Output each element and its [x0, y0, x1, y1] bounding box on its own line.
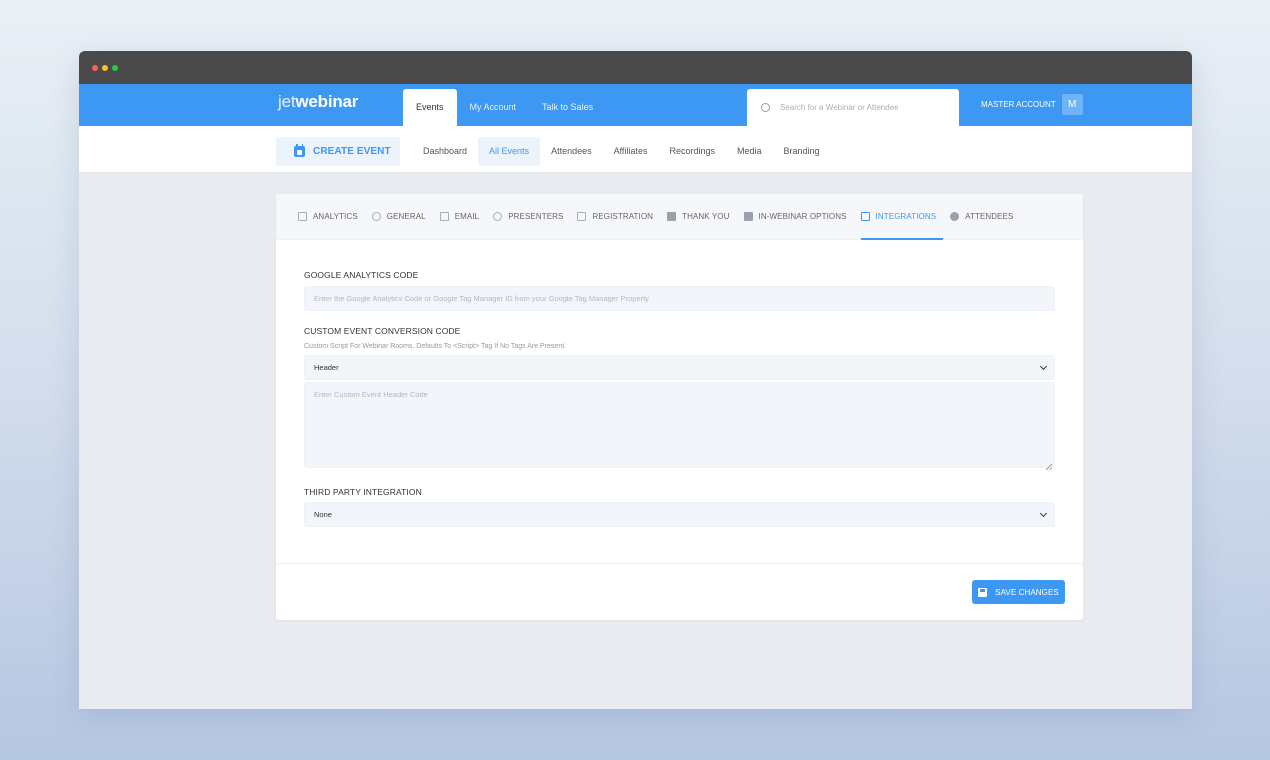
- user-icon: [950, 212, 960, 221]
- jetwebinar-logo[interactable]: jetwebinar: [278, 92, 358, 112]
- chart-icon: [298, 212, 307, 221]
- close-window-dot[interactable]: [92, 65, 98, 71]
- tab-integrations[interactable]: INTEGRATIONS: [854, 194, 944, 240]
- sub-nav-items: Dashboard All Events Attendees Affiliate…: [412, 137, 831, 166]
- top-navbar: jetwebinar Events My Account Talk to Sal…: [79, 84, 1192, 126]
- maximize-window-dot[interactable]: [112, 65, 118, 71]
- custom-code-wrap: [304, 382, 1055, 473]
- code-position-select[interactable]: Header: [304, 355, 1055, 380]
- tab-analytics[interactable]: ANALYTICS: [291, 194, 365, 239]
- gear-icon: [371, 212, 381, 221]
- code-position-value: Header: [314, 363, 339, 372]
- tab-thank-you[interactable]: THANK YOU: [660, 194, 736, 239]
- card-footer: SAVE CHANGES: [276, 563, 1083, 620]
- custom-code-hint: Custom Script For Webinar Rooms. Default…: [304, 343, 567, 350]
- tab-talk-to-sales[interactable]: Talk to Sales: [529, 89, 606, 126]
- third-party-label: THIRD PARTY INTEGRATION: [304, 487, 422, 497]
- subnav-attendees[interactable]: Attendees: [540, 137, 603, 166]
- avatar[interactable]: M: [1061, 94, 1083, 115]
- user-circle-icon: [493, 212, 503, 221]
- save-disk-icon: [978, 587, 988, 597]
- subnav-branding[interactable]: Branding: [773, 137, 831, 166]
- plug-icon: [860, 212, 870, 221]
- ga-code-label: GOOGLE ANALYTICS CODE: [304, 270, 419, 280]
- grid-icon: [743, 212, 753, 221]
- tab-general-label: GENERAL: [386, 212, 426, 221]
- subnav-recordings[interactable]: Recordings: [658, 137, 726, 166]
- search-box: [747, 89, 959, 126]
- tab-my-account[interactable]: My Account: [457, 89, 530, 126]
- create-event-button[interactable]: CREATE EVENT: [276, 137, 400, 166]
- tab-general[interactable]: GENERAL: [365, 194, 433, 239]
- top-nav-tabs: Events My Account Talk to Sales: [403, 89, 606, 126]
- sub-navbar: CREATE EVENT Dashboard All Events Attend…: [79, 126, 1192, 173]
- window-titlebar: [79, 51, 1192, 84]
- account-menu[interactable]: MASTER ACCOUNT M: [981, 94, 1083, 115]
- save-changes-label: SAVE CHANGES: [995, 587, 1059, 597]
- tab-registration-label: REGISTRATION: [592, 212, 654, 221]
- tab-email[interactable]: EMAIL: [433, 194, 487, 239]
- save-changes-button[interactable]: SAVE CHANGES: [972, 580, 1065, 604]
- custom-code-textarea[interactable]: [304, 382, 1055, 468]
- create-event-label: CREATE EVENT: [313, 146, 391, 157]
- calendar-plus-icon: [294, 144, 305, 157]
- custom-code-label: CUSTOM EVENT CONVERSION CODE: [304, 326, 461, 336]
- tab-events[interactable]: Events: [403, 89, 457, 126]
- logo-light-text: jet: [278, 92, 296, 111]
- tab-attendees-label: ATTENDEES: [965, 212, 1014, 221]
- browser-window: jetwebinar Events My Account Talk to Sal…: [79, 51, 1192, 709]
- form-icon: [577, 212, 587, 221]
- tab-in-webinar-options-label: IN-WEBINAR OPTIONS: [758, 212, 847, 221]
- logo-bold-text: webinar: [295, 92, 359, 111]
- event-tabs: ANALYTICS GENERAL EMAIL PRESENTERS REGIS…: [276, 194, 1083, 240]
- chevron-down-icon: [1039, 509, 1048, 517]
- account-label: MASTER ACCOUNT: [981, 100, 1056, 109]
- subnav-all-events[interactable]: All Events: [478, 137, 541, 166]
- subnav-dashboard[interactable]: Dashboard: [412, 137, 478, 166]
- tab-email-label: EMAIL: [454, 212, 480, 221]
- tab-integrations-label: INTEGRATIONS: [875, 212, 937, 221]
- search-icon: [761, 103, 770, 112]
- ga-code-input[interactable]: [304, 286, 1055, 311]
- envelope-icon: [439, 212, 449, 221]
- tab-registration[interactable]: REGISTRATION: [570, 194, 660, 239]
- integrations-form: GOOGLE ANALYTICS CODE CUSTOM EVENT CONVE…: [276, 240, 1083, 527]
- subnav-affiliates[interactable]: Affiliates: [603, 137, 659, 166]
- resize-grip-icon[interactable]: [1046, 464, 1052, 470]
- third-party-select[interactable]: None: [304, 502, 1055, 527]
- tab-presenters[interactable]: PRESENTERS: [486, 194, 570, 239]
- tab-in-webinar-options[interactable]: IN-WEBINAR OPTIONS: [737, 194, 854, 239]
- tab-presenters-label: PRESENTERS: [508, 212, 564, 221]
- layers-icon: [667, 212, 677, 221]
- tab-analytics-label: ANALYTICS: [313, 212, 358, 221]
- event-settings-card: ANALYTICS GENERAL EMAIL PRESENTERS REGIS…: [276, 194, 1083, 620]
- tab-attendees[interactable]: ATTENDEES: [943, 194, 1020, 239]
- chevron-down-icon: [1039, 362, 1048, 370]
- subnav-media[interactable]: Media: [726, 137, 773, 166]
- third-party-value: None: [314, 510, 332, 519]
- tab-thank-you-label: THANK YOU: [682, 212, 730, 221]
- search-input[interactable]: [780, 103, 940, 112]
- minimize-window-dot[interactable]: [102, 65, 108, 71]
